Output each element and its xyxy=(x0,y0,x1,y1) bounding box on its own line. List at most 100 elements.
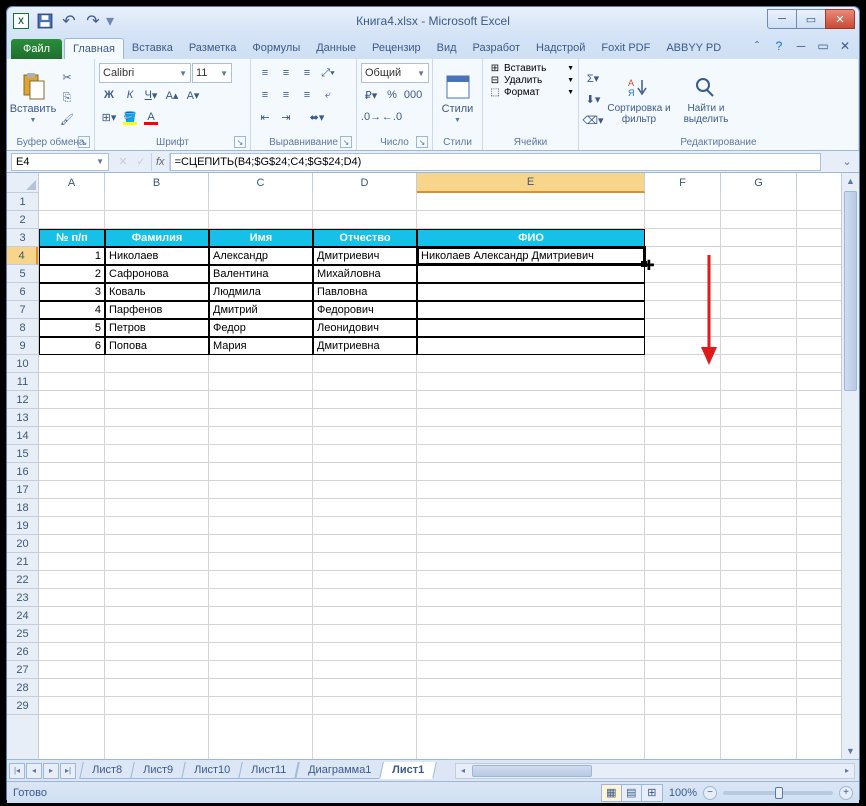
sheet-tab-Лист1[interactable]: Лист1 xyxy=(379,762,437,779)
font-launcher-icon[interactable]: ↘ xyxy=(234,136,246,148)
italic-icon[interactable]: К xyxy=(120,85,140,105)
row-header-6[interactable]: 6 xyxy=(7,283,38,301)
cell-D9[interactable]: Дмитриевна xyxy=(313,337,417,355)
align-right-icon[interactable]: ≡ xyxy=(297,85,317,105)
scroll-left-icon[interactable]: ◂ xyxy=(456,764,470,778)
cell-E3[interactable]: ФИО xyxy=(417,229,645,247)
horizontal-scrollbar[interactable]: ◂ ▸ xyxy=(455,763,855,779)
increase-decimal-icon[interactable]: .0→ xyxy=(361,107,381,127)
col-header-E[interactable]: E xyxy=(417,173,645,193)
align-center-icon[interactable]: ≡ xyxy=(276,85,296,105)
tab-prev-icon[interactable]: ◂ xyxy=(26,763,42,779)
page-layout-view-icon[interactable]: ▤ xyxy=(622,785,642,801)
cell-C6[interactable]: Людмила xyxy=(209,283,313,301)
scroll-up-icon[interactable]: ▲ xyxy=(842,173,859,189)
maximize-button[interactable]: ▭ xyxy=(796,9,826,29)
scroll-down-icon[interactable]: ▼ xyxy=(842,743,859,759)
cell-D6[interactable]: Павловна xyxy=(313,283,417,301)
align-bottom-icon[interactable]: ≡ xyxy=(297,63,317,83)
insert-cells-button[interactable]: ⊞Вставить▼ xyxy=(487,63,574,74)
cell-D4[interactable]: Дмитриевич xyxy=(313,247,417,265)
row-header-16[interactable]: 16 xyxy=(7,463,38,481)
save-icon[interactable] xyxy=(35,11,55,31)
col-header-C[interactable]: C xyxy=(209,173,313,193)
font-color-icon[interactable]: A xyxy=(141,107,161,127)
row-header-3[interactable]: 3 xyxy=(7,229,38,247)
cell-E6[interactable] xyxy=(417,283,645,301)
fill-handle[interactable] xyxy=(641,261,647,267)
cell-B8[interactable]: Петров xyxy=(105,319,209,337)
font-size-combo[interactable]: 11▼ xyxy=(192,63,232,83)
close-button[interactable]: ✕ xyxy=(825,9,855,29)
find-select-button[interactable]: Найти и выделить xyxy=(675,61,737,136)
decrease-font-icon[interactable]: A▾ xyxy=(183,85,203,105)
sheet-tab-Лист8[interactable]: Лист8 xyxy=(79,762,135,779)
row-header-12[interactable]: 12 xyxy=(7,391,38,409)
tab-формулы[interactable]: Формулы xyxy=(244,38,308,59)
row-header-26[interactable]: 26 xyxy=(7,643,38,661)
tab-рецензир[interactable]: Рецензир xyxy=(364,38,429,59)
row-header-23[interactable]: 23 xyxy=(7,589,38,607)
decrease-decimal-icon[interactable]: ←.0 xyxy=(382,107,402,127)
hscroll-thumb[interactable] xyxy=(472,765,592,777)
row-header-7[interactable]: 7 xyxy=(7,301,38,319)
cell-C4[interactable]: Александр xyxy=(209,247,313,265)
comma-icon[interactable]: 000 xyxy=(403,85,423,105)
row-header-19[interactable]: 19 xyxy=(7,517,38,535)
underline-icon[interactable]: Ч▾ xyxy=(141,85,161,105)
decrease-indent-icon[interactable]: ⇤ xyxy=(255,107,275,127)
cell-B6[interactable]: Коваль xyxy=(105,283,209,301)
row-header-27[interactable]: 27 xyxy=(7,661,38,679)
cell-A6[interactable]: 3 xyxy=(39,283,105,301)
row-header-24[interactable]: 24 xyxy=(7,607,38,625)
align-middle-icon[interactable]: ≡ xyxy=(276,63,296,83)
number-launcher-icon[interactable]: ↘ xyxy=(416,136,428,148)
col-header-A[interactable]: A xyxy=(39,173,105,193)
col-header-F[interactable]: F xyxy=(645,173,721,193)
paste-button[interactable]: Вставить ▼ xyxy=(11,61,55,136)
row-header-22[interactable]: 22 xyxy=(7,571,38,589)
row-header-4[interactable]: 4 xyxy=(7,247,38,265)
tab-next-icon[interactable]: ▸ xyxy=(43,763,59,779)
select-all-corner[interactable] xyxy=(7,173,39,193)
format-painter-icon[interactable]: 🖌 xyxy=(57,110,77,130)
bold-icon[interactable]: Ж xyxy=(99,85,119,105)
cell-B9[interactable]: Попова xyxy=(105,337,209,355)
cell-B5[interactable]: Сафронова xyxy=(105,265,209,283)
tab-вид[interactable]: Вид xyxy=(429,38,465,59)
clipboard-launcher-icon[interactable]: ↘ xyxy=(78,136,90,148)
row-header-29[interactable]: 29 xyxy=(7,697,38,715)
zoom-out-icon[interactable]: − xyxy=(703,786,717,800)
align-left-icon[interactable]: ≡ xyxy=(255,85,275,105)
tab-разметка[interactable]: Разметка xyxy=(181,38,245,59)
tab-abbyy pd[interactable]: ABBYY PD xyxy=(658,38,729,59)
scroll-right-icon[interactable]: ▸ xyxy=(840,764,854,778)
zoom-thumb[interactable] xyxy=(775,787,783,799)
row-header-18[interactable]: 18 xyxy=(7,499,38,517)
row-header-17[interactable]: 17 xyxy=(7,481,38,499)
help-icon[interactable]: ? xyxy=(771,38,787,54)
cell-E4[interactable]: Николаев Александр Дмитриевич xyxy=(417,247,645,265)
cell-E7[interactable] xyxy=(417,301,645,319)
zoom-in-icon[interactable]: + xyxy=(839,786,853,800)
delete-cells-button[interactable]: ⊟Удалить▼ xyxy=(487,75,574,86)
cell-C9[interactable]: Мария xyxy=(209,337,313,355)
cell-A4[interactable]: 1 xyxy=(39,247,105,265)
cell-D7[interactable]: Федорович xyxy=(313,301,417,319)
cell-A5[interactable]: 2 xyxy=(39,265,105,283)
cell-B7[interactable]: Парфенов xyxy=(105,301,209,319)
cell-A3[interactable]: № п/п xyxy=(39,229,105,247)
doc-minimize-icon[interactable]: ─ xyxy=(793,38,809,54)
sheet-tab-Лист9[interactable]: Лист9 xyxy=(130,762,186,779)
formula-input[interactable]: =СЦЕПИТЬ(B4;$G$24;C4;$G$24;D4) xyxy=(170,153,821,171)
cell-A7[interactable]: 4 xyxy=(39,301,105,319)
row-header-8[interactable]: 8 xyxy=(7,319,38,337)
normal-view-icon[interactable]: ▦ xyxy=(602,785,622,801)
increase-font-icon[interactable]: A▴ xyxy=(162,85,182,105)
zoom-level[interactable]: 100% xyxy=(669,787,697,799)
autosum-icon[interactable]: Σ▾ xyxy=(583,69,603,89)
fill-icon[interactable]: ⬇▾ xyxy=(583,90,603,110)
tab-данные[interactable]: Данные xyxy=(308,38,364,59)
font-name-combo[interactable]: Calibri▼ xyxy=(99,63,191,83)
fx-button[interactable]: fx xyxy=(151,153,170,171)
